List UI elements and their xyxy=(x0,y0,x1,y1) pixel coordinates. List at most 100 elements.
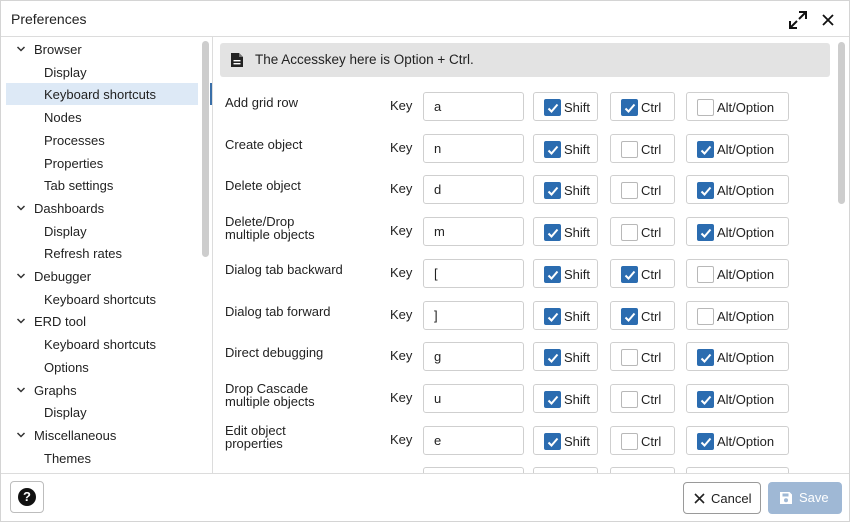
checkbox-checked[interactable] xyxy=(697,140,714,158)
tree-item-label: Properties xyxy=(44,155,104,171)
ctrl-checkbox[interactable]: Ctrl xyxy=(610,258,675,288)
tree-item-nodes[interactable]: Nodes xyxy=(6,106,198,128)
shortcut-name: Delete/Drop multiple objects xyxy=(225,215,375,241)
save-button[interactable]: Save xyxy=(768,482,842,514)
checkbox-checked[interactable] xyxy=(544,182,561,200)
cancel-button[interactable]: Cancel xyxy=(683,482,761,514)
tree-item-tab-settings[interactable]: Tab settings xyxy=(6,174,198,196)
ctrl-checkbox[interactable]: Ctrl xyxy=(610,300,675,330)
ctrl-checkbox[interactable]: Ctrl xyxy=(610,175,675,205)
tree-item-display[interactable]: Display xyxy=(6,401,198,423)
alt-checkbox[interactable]: Alt/Option xyxy=(686,342,789,372)
sidebar-scrollbar[interactable] xyxy=(202,41,209,257)
checkbox-checked[interactable] xyxy=(697,224,714,242)
shift-label: Shift xyxy=(564,433,591,449)
tree-item-graphs[interactable]: Graphs xyxy=(6,379,198,401)
tree-item-properties[interactable]: Properties xyxy=(6,152,198,174)
alt-checkbox[interactable]: Alt/Option xyxy=(686,175,789,205)
shortcut-name-line: Dialog tab backward xyxy=(225,261,343,277)
key-input[interactable]: a xyxy=(423,92,524,121)
checkbox-unchecked[interactable] xyxy=(697,99,714,116)
checkbox-checked[interactable] xyxy=(621,307,638,325)
tree-item-display[interactable]: Display xyxy=(6,61,198,83)
checkbox-checked[interactable] xyxy=(697,182,714,200)
tree-item-debugger[interactable]: Debugger xyxy=(6,265,198,287)
alt-checkbox[interactable]: Alt/Option xyxy=(686,300,789,330)
key-input[interactable]: ] xyxy=(423,300,524,330)
checkbox-unchecked[interactable] xyxy=(697,265,714,283)
shift-checkbox[interactable]: Shift xyxy=(533,175,598,205)
ctrl-checkbox[interactable]: Ctrl xyxy=(610,133,675,163)
tree-item-themes[interactable]: Themes xyxy=(6,447,198,469)
shift-checkbox[interactable]: Shift xyxy=(533,217,598,247)
checkbox-checked[interactable] xyxy=(697,432,714,450)
shortcut-row: Dialog tab backward Key [ Shift Ctrl Alt/Opti… xyxy=(214,258,834,301)
checkmark-icon xyxy=(624,103,636,113)
ctrl-checkbox[interactable]: Ctrl xyxy=(610,217,675,247)
shift-checkbox[interactable]: Shift xyxy=(533,383,598,413)
key-input[interactable]: u xyxy=(423,383,524,413)
tree-item-display[interactable]: Display xyxy=(6,220,198,242)
shortcut-name: Delete object xyxy=(225,179,375,192)
checkbox-unchecked[interactable] xyxy=(621,432,638,450)
alt-checkbox[interactable]: Alt/Option xyxy=(686,383,789,413)
key-input[interactable]: [ xyxy=(423,258,524,288)
checkbox-checked[interactable] xyxy=(544,349,561,367)
checkbox-checked[interactable] xyxy=(544,390,561,408)
checkbox-checked[interactable] xyxy=(621,265,638,283)
tree-item-keyboard-shortcuts[interactable]: Keyboard shortcuts xyxy=(6,288,198,310)
key-input[interactable]: g xyxy=(423,342,524,372)
alt-checkbox[interactable]: Alt/Option xyxy=(686,258,789,288)
checkbox-unchecked[interactable] xyxy=(621,349,638,367)
checkbox-checked[interactable] xyxy=(621,99,638,116)
help-button[interactable]: ? xyxy=(10,481,44,513)
shift-checkbox[interactable]: Shift xyxy=(533,92,598,121)
key-input[interactable]: d xyxy=(423,175,524,205)
tree-item-label: Browser xyxy=(34,42,82,57)
tree-item-browser[interactable]: Browser xyxy=(6,38,198,60)
ctrl-checkbox[interactable]: Ctrl xyxy=(610,425,675,455)
alt-checkbox[interactable]: Alt/Option xyxy=(686,92,789,121)
ctrl-checkbox[interactable]: Ctrl xyxy=(610,342,675,372)
key-input[interactable]: e xyxy=(423,425,524,455)
shift-checkbox[interactable]: Shift xyxy=(533,342,598,372)
alt-checkbox[interactable]: Alt/Option xyxy=(686,217,789,247)
shift-checkbox[interactable]: Shift xyxy=(533,133,598,163)
checkbox-checked[interactable] xyxy=(544,224,561,242)
tree-item-keyboard-shortcuts[interactable]: Keyboard shortcuts xyxy=(6,333,198,355)
key-input[interactable]: n xyxy=(423,133,524,163)
checkbox-checked[interactable] xyxy=(697,390,714,408)
close-button[interactable] xyxy=(817,9,839,31)
tree-item-miscellaneous[interactable]: Miscellaneous xyxy=(6,424,198,446)
ctrl-checkbox[interactable]: Ctrl xyxy=(610,383,675,413)
maximize-button[interactable] xyxy=(787,9,809,31)
shift-checkbox[interactable]: Shift xyxy=(533,425,598,455)
checkbox-checked[interactable] xyxy=(697,349,714,367)
checkbox-unchecked[interactable] xyxy=(697,307,714,325)
checkbox-checked[interactable] xyxy=(544,140,561,158)
ctrl-checkbox[interactable]: Ctrl xyxy=(610,92,675,121)
key-label: Key xyxy=(390,264,413,280)
checkbox-unchecked[interactable] xyxy=(621,224,638,242)
checkbox-checked[interactable] xyxy=(544,99,561,116)
checkbox-unchecked[interactable] xyxy=(621,390,638,408)
checkmark-icon xyxy=(700,437,712,447)
tree-item-erd-tool[interactable]: ERD tool xyxy=(6,310,198,332)
key-input[interactable]: m xyxy=(423,217,524,247)
content-scrollbar[interactable] xyxy=(838,42,845,204)
checkbox-checked[interactable] xyxy=(544,265,561,283)
tree-item-options[interactable]: Options xyxy=(6,356,198,378)
tree-item-dashboards[interactable]: Dashboards xyxy=(6,197,198,219)
shift-checkbox[interactable]: Shift xyxy=(533,300,598,330)
alt-checkbox[interactable]: Alt/Option xyxy=(686,425,789,455)
shortcut-name-line: multiple objects xyxy=(225,227,315,243)
alt-checkbox[interactable]: Alt/Option xyxy=(686,133,789,163)
checkbox-checked[interactable] xyxy=(544,432,561,450)
checkbox-checked[interactable] xyxy=(544,307,561,325)
shift-checkbox[interactable]: Shift xyxy=(533,258,598,288)
checkbox-unchecked[interactable] xyxy=(621,140,638,158)
tree-item-processes[interactable]: Processes xyxy=(6,129,198,151)
checkbox-unchecked[interactable] xyxy=(621,182,638,200)
tree-item-keyboard-shortcuts[interactable]: Keyboard shortcuts xyxy=(6,83,198,106)
tree-item-refresh-rates[interactable]: Refresh rates xyxy=(6,242,198,264)
